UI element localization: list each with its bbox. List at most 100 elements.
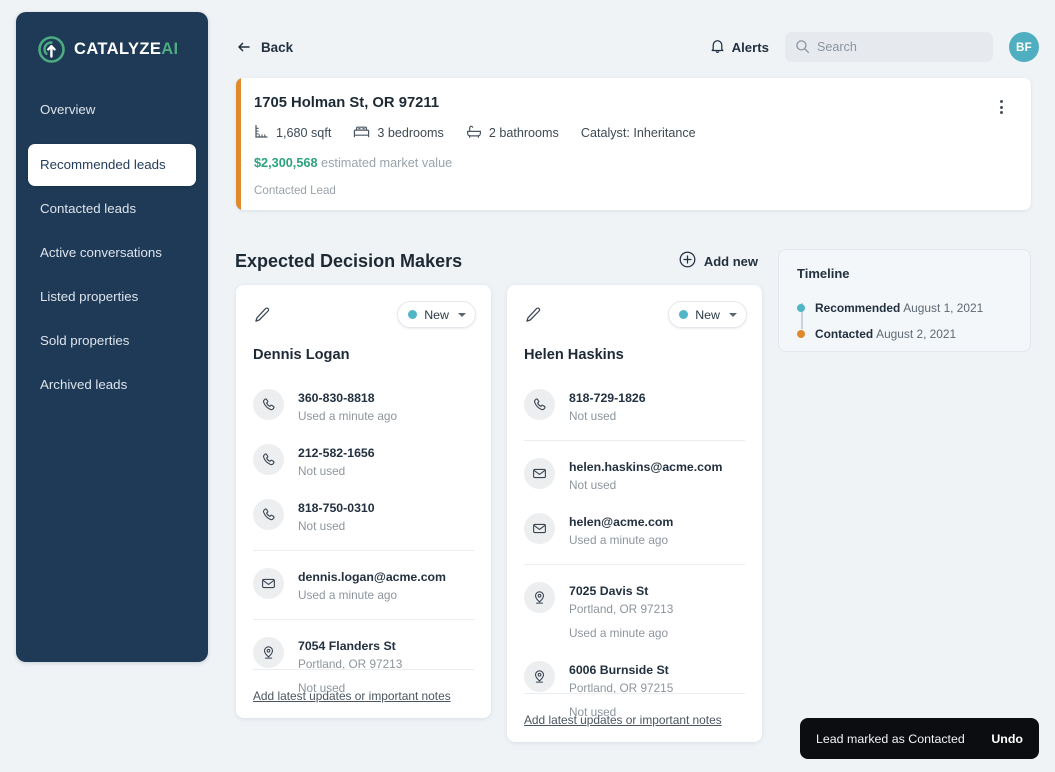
contact-value: 818-729-1826 xyxy=(569,391,646,405)
contact-methods: 818-729-1826 Not used helen.haskins@acme… xyxy=(507,379,762,730)
contact-row-text: helen@acme.com Used a minute ago xyxy=(569,512,673,549)
contact-name: Dennis Logan xyxy=(253,347,350,363)
sidebar-item-recommended-leads[interactable]: Recommended leads xyxy=(28,144,196,186)
status-dot-icon xyxy=(679,310,689,319)
market-value-amount: $2,300,568 xyxy=(254,156,318,170)
contact-row[interactable]: 360-830-8818 Used a minute ago xyxy=(253,379,474,434)
contact-row-text: 360-830-8818 Used a minute ago xyxy=(298,388,397,425)
contact-row[interactable]: helen@acme.com Used a minute ago xyxy=(524,503,745,558)
sidebar-item-contacted-leads[interactable]: Contacted leads xyxy=(16,196,208,222)
status-badge[interactable]: New xyxy=(397,301,476,328)
brand-text: CATALYZEAI xyxy=(74,40,179,59)
contact-name: Helen Haskins xyxy=(524,347,624,363)
contact-value: 212-582-1656 xyxy=(298,446,375,460)
topbar-right: Alerts BF xyxy=(710,32,1039,62)
contact-locality: Portland, OR 97213 xyxy=(298,657,403,671)
sidebar-item-archived-leads[interactable]: Archived leads xyxy=(16,372,208,398)
contact-row-text: 818-750-0310 Not used xyxy=(298,498,375,535)
arrow-left-icon xyxy=(236,39,252,55)
contact-row[interactable]: 818-750-0310 Not used xyxy=(253,489,474,544)
decision-makers-header: Expected Decision Makers Add new xyxy=(235,246,758,276)
contact-row[interactable]: dennis.logan@acme.com Used a minute ago xyxy=(253,550,474,613)
decision-maker-card: New Helen Haskins 818-729-1826 Not used xyxy=(507,285,762,742)
pencil-icon[interactable] xyxy=(523,305,543,325)
contact-value: dennis.logan@acme.com xyxy=(298,570,446,584)
brand-name: CATALYZE xyxy=(74,40,162,58)
contact-locality: Portland, OR 97215 xyxy=(569,681,674,695)
contact-locality: Portland, OR 97213 xyxy=(569,602,674,616)
bed-icon xyxy=(353,124,370,142)
bell-icon xyxy=(710,38,725,57)
alerts-button[interactable]: Alerts xyxy=(710,38,769,57)
contact-usage: Not used xyxy=(298,519,346,533)
contact-usage: Used a minute ago xyxy=(298,409,398,423)
contact-usage: Not used xyxy=(569,409,617,423)
property-summary-card: 1705 Holman St, OR 97211 1,680 sqft 3 be… xyxy=(236,78,1031,210)
phone-icon xyxy=(524,389,555,420)
sidebar-item-active-conversations[interactable]: Active conversations xyxy=(16,240,208,266)
sidebar-item-overview[interactable]: Overview xyxy=(16,97,208,123)
chevron-down-icon xyxy=(729,312,737,317)
spec-bathrooms: 2 bathrooms xyxy=(466,124,559,142)
contact-row[interactable]: 7025 Davis St Portland, OR 97213 Used a … xyxy=(524,564,745,651)
pencil-icon[interactable] xyxy=(252,305,272,325)
back-button[interactable]: Back xyxy=(236,39,293,55)
timeline-dot-icon xyxy=(797,330,805,338)
timeline-events: Recommended August 1, 2021 Contacted Augus… xyxy=(779,295,1030,347)
alerts-label: Alerts xyxy=(731,39,769,55)
add-new-label: Add new xyxy=(703,253,758,269)
status-badge[interactable]: New xyxy=(668,301,747,328)
contact-row-text: 818-729-1826 Not used xyxy=(569,388,646,425)
kebab-menu-icon[interactable] xyxy=(993,98,1009,116)
toast-notification: Lead marked as Contacted Undo xyxy=(800,718,1039,759)
search-box[interactable] xyxy=(785,32,993,62)
contact-row[interactable]: helen.haskins@acme.com Not used xyxy=(524,440,745,503)
property-status: Contacted Lead xyxy=(254,184,336,197)
undo-button[interactable]: Undo xyxy=(991,732,1023,746)
contact-row[interactable]: 212-582-1656 Not used xyxy=(253,434,474,489)
property-info: 1705 Holman St, OR 97211 1,680 sqft 3 be… xyxy=(236,78,1031,197)
kebab-dot xyxy=(999,111,1003,114)
timeline-event-label: Contacted xyxy=(815,327,874,341)
avatar[interactable]: BF xyxy=(1009,32,1039,62)
contact-value: helen.haskins@acme.com xyxy=(569,460,723,474)
mail-icon xyxy=(253,568,284,599)
contact-value: 7054 Flanders St xyxy=(298,639,396,653)
status-dot-icon xyxy=(408,310,418,319)
contact-methods: 360-830-8818 Used a minute ago 212-582-1… xyxy=(236,379,491,706)
contact-value: 7025 Davis St xyxy=(569,584,649,598)
contact-row-text: helen.haskins@acme.com Not used xyxy=(569,457,722,494)
contact-usage: Used a minute ago xyxy=(569,626,669,640)
decision-maker-card: New Dennis Logan 360-830-8818 Used a min… xyxy=(236,285,491,718)
contact-value: 360-830-8818 xyxy=(298,391,375,405)
spec-bathrooms-label: 2 bathrooms xyxy=(488,126,559,140)
contact-usage: Used a minute ago xyxy=(298,588,398,602)
bathtub-icon xyxy=(466,124,482,142)
status-label: New xyxy=(695,307,720,322)
spec-bedrooms-label: 3 bedrooms xyxy=(377,126,444,140)
timeline-event-date: August 1, 2021 xyxy=(903,301,984,315)
timeline-event-label: Recommended xyxy=(815,301,901,315)
sidebar-nav: Overview Recommended leads Contacted lea… xyxy=(16,97,208,398)
spec-sqft-label: 1,680 sqft xyxy=(276,126,332,140)
contact-row[interactable]: 818-729-1826 Not used xyxy=(524,379,745,434)
catalyze-logo-icon xyxy=(38,36,65,63)
ruler-icon xyxy=(254,124,269,142)
search-input[interactable] xyxy=(817,40,982,54)
contact-value: 6006 Burnside St xyxy=(569,663,669,677)
add-notes-link[interactable]: Add latest updates or important notes xyxy=(524,697,722,727)
catalyst-label: Catalyst: Inheritance xyxy=(580,126,696,140)
contact-usage: Not used xyxy=(569,478,617,492)
mail-icon xyxy=(524,513,555,544)
phone-icon xyxy=(253,444,284,475)
brand-accent: AI xyxy=(161,40,179,58)
add-notes-link[interactable]: Add latest updates or important notes xyxy=(253,673,451,703)
map-pin-icon xyxy=(524,582,555,613)
sidebar-item-sold-properties[interactable]: Sold properties xyxy=(16,328,208,354)
mail-icon xyxy=(524,458,555,489)
spec-sqft: 1,680 sqft xyxy=(254,124,331,142)
add-new-button[interactable]: Add new xyxy=(679,251,758,271)
spec-catalyst: Catalyst: Inheritance xyxy=(581,126,696,140)
market-value-label: estimated market value xyxy=(321,156,453,170)
sidebar-item-listed-properties[interactable]: Listed properties xyxy=(16,284,208,310)
